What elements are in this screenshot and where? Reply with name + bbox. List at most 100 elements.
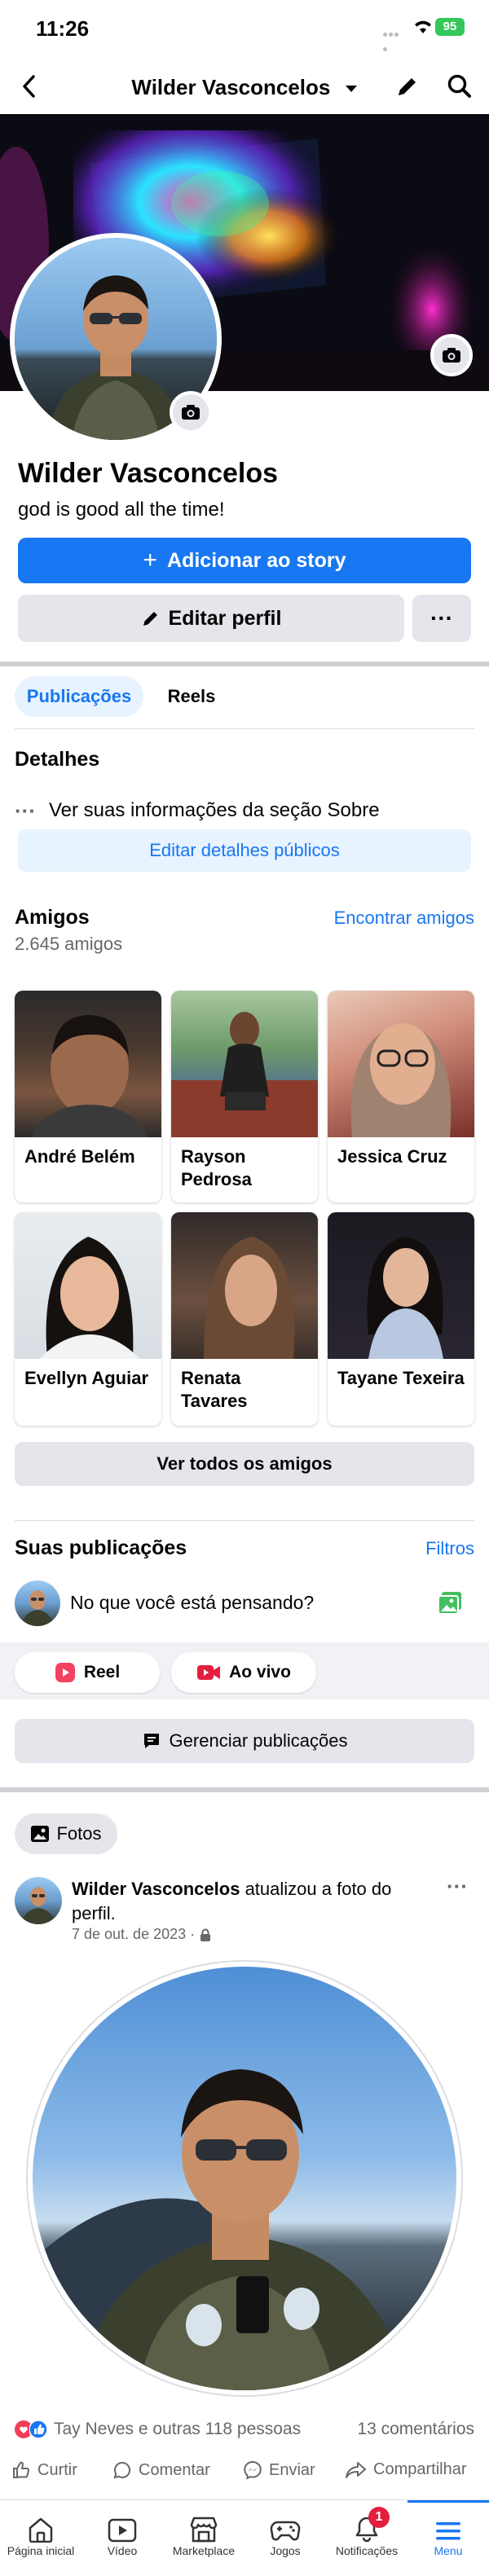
pencil-icon[interactable] <box>391 70 424 103</box>
edit-profile-label: Editar perfil <box>168 606 282 630</box>
manage-posts-button[interactable]: Gerenciar publicações <box>15 1719 474 1763</box>
friend-card[interactable]: André Belém <box>15 991 161 1202</box>
reactions-text: Tay Neves e outras 118 pessoas <box>54 2420 302 2438</box>
edit-profile-button[interactable]: Editar perfil <box>18 595 404 642</box>
post-header-text: Wilder Vasconcelos atualizou a foto do p… <box>72 1877 430 1926</box>
section-divider <box>0 662 489 666</box>
messenger-icon <box>243 2460 262 2480</box>
tab-reels[interactable]: Reels <box>155 676 228 717</box>
nav-label: Notificações <box>335 2544 399 2557</box>
video-icon <box>82 2500 163 2544</box>
friend-card[interactable]: Rayson Pedrosa <box>171 991 318 1202</box>
add-to-story-button[interactable]: + Adicionar ao story <box>18 538 471 583</box>
add-to-story-label: Adicionar ao story <box>167 548 346 572</box>
friend-name: André Belém <box>24 1146 135 1167</box>
friends-title: Amigos <box>15 906 90 929</box>
thumbs-up-icon <box>11 2460 31 2480</box>
home-icon <box>0 2500 82 2544</box>
photos-chip[interactable]: Fotos <box>15 1813 117 1854</box>
divider <box>15 1520 474 1521</box>
live-button[interactable]: Ao vivo <box>171 1652 316 1693</box>
about-info-label: Ver suas informações da seção Sobre <box>48 799 380 821</box>
avatar-camera-icon[interactable] <box>170 391 212 433</box>
filters-link[interactable]: Filtros <box>425 1538 474 1559</box>
friend-photo <box>328 991 474 1137</box>
status-bar: 11:26 95 <box>0 0 489 54</box>
post-meta: 7 de out. de 2023 · <box>72 1926 211 1943</box>
see-all-friends-button[interactable]: Ver todos os amigos <box>15 1442 474 1486</box>
find-friends-link[interactable]: Encontrar amigos <box>334 908 474 929</box>
nav-notifications[interactable]: Notificações 1 <box>326 2500 408 2576</box>
comments-count[interactable]: 13 comentários <box>357 2420 474 2439</box>
nav-label: Página inicial <box>7 2544 75 2557</box>
edit-public-details-button[interactable]: Editar detalhes públicos <box>18 829 471 872</box>
plus-icon: + <box>143 547 158 574</box>
send-button[interactable]: Enviar <box>243 2460 315 2480</box>
nav-label: Vídeo <box>107 2544 138 2557</box>
share-button[interactable]: Compartilhar <box>346 2460 466 2479</box>
caret-down-icon <box>345 85 358 93</box>
nav-label: Jogos <box>270 2544 301 2557</box>
reel-label: Reel <box>83 1663 121 1681</box>
your-posts-title: Suas publicações <box>15 1536 187 1559</box>
photos-icon <box>30 1825 50 1843</box>
comment-label: Comentar <box>139 2460 210 2479</box>
photos-chip-label: Fotos <box>56 1823 102 1844</box>
tab-label: Publicações <box>26 686 132 706</box>
post-author-name[interactable]: Wilder Vasconcelos <box>72 1879 240 1899</box>
post-photo[interactable] <box>28 1962 461 2395</box>
bell-icon <box>326 2500 408 2544</box>
see-all-friends-label: Ver todos os amigos <box>156 1453 333 1474</box>
header-title: Wilder Vasconcelos <box>131 75 331 99</box>
more-options-button[interactable]: ··· <box>412 595 471 642</box>
friend-photo <box>328 1212 474 1359</box>
nav-video[interactable]: Vídeo <box>82 2500 163 2576</box>
friend-card[interactable]: Jessica Cruz <box>328 991 474 1202</box>
friend-photo <box>15 991 161 1137</box>
comment-icon <box>112 2460 132 2480</box>
friend-name: Renata Tavares <box>181 1368 248 1411</box>
like-button[interactable]: Curtir <box>11 2460 77 2480</box>
search-icon[interactable] <box>443 70 476 103</box>
cover-camera-icon[interactable] <box>430 334 473 376</box>
share-icon <box>346 2461 367 2479</box>
friend-photo <box>171 991 318 1137</box>
friend-name: Rayson Pedrosa <box>181 1146 252 1189</box>
nav-games[interactable]: Jogos <box>244 2500 326 2576</box>
profile-bio: god is good all the time! <box>18 499 225 521</box>
composer-input[interactable]: No que você está pensando? <box>70 1592 314 1614</box>
bottom-navigation: Página inicial Vídeo Marketplace Jogos N… <box>0 2499 489 2576</box>
friend-card[interactable]: Renata Tavares <box>171 1212 318 1426</box>
lock-icon <box>200 1928 211 1941</box>
nav-home[interactable]: Página inicial <box>0 2500 82 2576</box>
games-icon <box>244 2500 326 2544</box>
notification-badge: 1 <box>368 2507 390 2528</box>
manage-posts-label: Gerenciar publicações <box>169 1730 348 1751</box>
divider <box>15 728 474 729</box>
post-more-icon[interactable]: ··· <box>447 1874 468 1899</box>
tab-publicacoes[interactable]: Publicações <box>15 676 143 717</box>
friend-card[interactable]: Evellyn Aguiar <box>15 1212 161 1426</box>
like-reaction-icon <box>29 2420 47 2438</box>
section-divider <box>0 1787 489 1792</box>
edit-public-details-label: Editar detalhes públicos <box>149 840 340 860</box>
nav-menu[interactable]: Menu <box>408 2500 489 2576</box>
nav-marketplace[interactable]: Marketplace <box>163 2500 244 2576</box>
live-video-icon <box>196 1664 221 1681</box>
reel-icon <box>55 1662 76 1683</box>
share-label: Compartilhar <box>373 2460 467 2478</box>
reel-button[interactable]: Reel <box>15 1652 160 1693</box>
post-author-avatar[interactable] <box>15 1877 62 1924</box>
marketplace-icon <box>163 2500 244 2544</box>
tab-label: Reels <box>167 686 216 706</box>
friend-card[interactable]: Tayane Texeira <box>328 1212 474 1426</box>
chat-icon <box>142 1731 161 1751</box>
reactions-summary[interactable]: Tay Neves e outras 118 pessoas <box>15 2420 301 2439</box>
photo-gallery-icon[interactable] <box>437 1590 463 1616</box>
friend-name: Jessica Cruz <box>337 1146 447 1167</box>
about-info-link[interactable]: ··· Ver suas informações da seção Sobre <box>15 794 474 827</box>
send-label: Enviar <box>269 2460 315 2479</box>
friend-photo <box>15 1212 161 1359</box>
like-label: Curtir <box>37 2460 77 2479</box>
comment-button[interactable]: Comentar <box>112 2460 210 2480</box>
